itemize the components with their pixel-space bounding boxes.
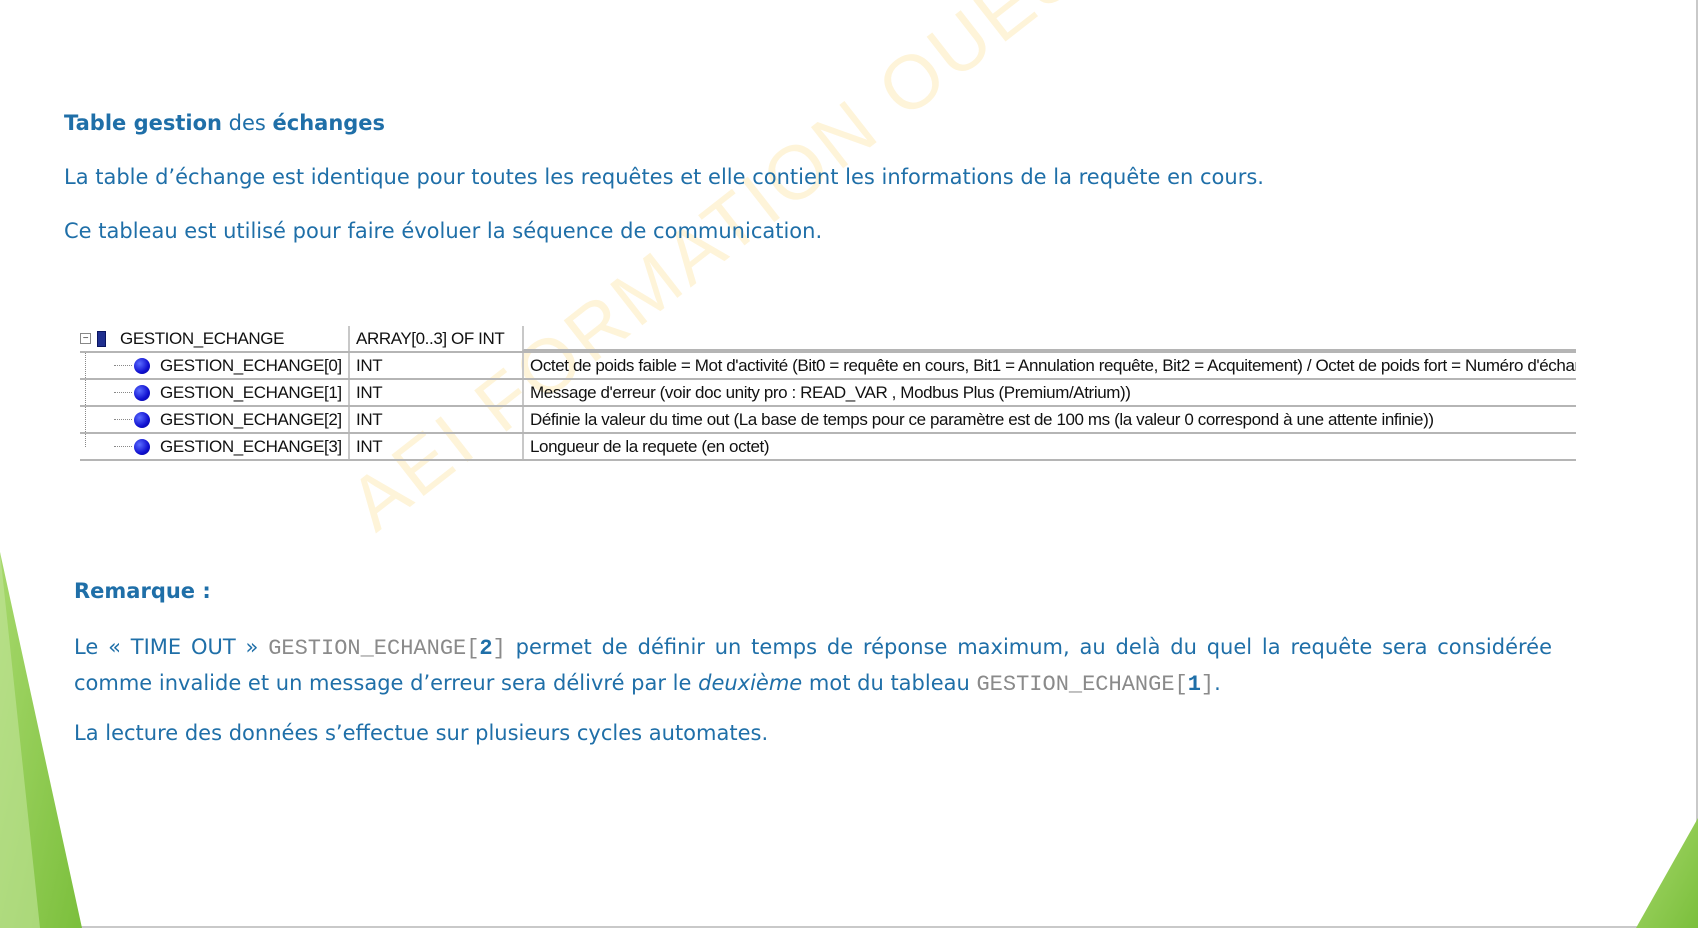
code-gestion-echange-2: GESTION_ECHANGE[2] [268,636,506,661]
purpose-paragraph: Ce tableau est utilisé pour faire évolue… [64,219,823,243]
row-comment: Message d'erreur (voir doc unity pro : R… [522,380,1576,405]
tree-branch [114,419,132,420]
table-row[interactable]: GESTION_ECHANGE[1] INT Message d'erreur … [80,378,1576,405]
parent-name: GESTION_ECHANGE [120,328,285,348]
row-name: GESTION_ECHANGE[2] [160,409,342,429]
parent-name-cell: − GESTION_ECHANGE [80,326,348,351]
code-gestion-echange-1: GESTION_ECHANGE[1] [976,672,1215,697]
array-icon [97,330,106,347]
tree-line [85,434,87,447]
row-name: GESTION_ECHANGE[1] [160,382,342,402]
row-type: INT [348,434,522,459]
int-variable-icon [134,411,150,428]
tree-line [85,353,87,378]
emphasis-deuxieme: deuxième [698,671,803,695]
table-row[interactable]: GESTION_ECHANGE[3] INT Longueur de la re… [80,432,1576,461]
tree-line [85,380,87,405]
int-variable-icon [134,438,150,455]
table-row-parent[interactable]: − GESTION_ECHANGE ARRAY[0..3] OF INT [80,326,1576,351]
tree-branch [114,446,132,447]
row-name: GESTION_ECHANGE[3] [160,436,342,456]
variable-table: − GESTION_ECHANGE ARRAY[0..3] OF INT GES… [80,326,1576,461]
intro-paragraph: La table d’échange est identique pour to… [64,165,1264,189]
row-comment: Longueur de la requete (en octet) [522,434,1576,459]
tree-line [85,407,87,432]
row-type: INT [348,353,522,378]
collapse-icon[interactable]: − [80,333,91,344]
row-comment: Définie la valeur du time out (La base d… [522,407,1576,432]
parent-comment [522,326,1576,351]
int-variable-icon [134,384,150,401]
int-variable-icon [134,357,150,374]
row-type: INT [348,407,522,432]
section-heading: Table gestion des échanges [64,111,386,135]
row-name: GESTION_ECHANGE[0] [160,355,342,375]
remark-title: Remarque : [74,579,211,603]
table-row[interactable]: GESTION_ECHANGE[0] INT Octet de poids fa… [80,351,1576,378]
reading-paragraph: La lecture des données s’effectue sur pl… [74,721,769,745]
tree-branch [114,365,132,366]
row-type: INT [348,380,522,405]
remark-body: Le « TIME OUT » GESTION_ECHANGE[2] perme… [74,635,1553,697]
parent-type: ARRAY[0..3] OF INT [348,326,522,351]
table-row[interactable]: GESTION_ECHANGE[2] INT Définie la valeur… [80,405,1576,432]
tree-branch [114,392,132,393]
row-comment: Octet de poids faible = Mot d'activité (… [522,353,1576,378]
